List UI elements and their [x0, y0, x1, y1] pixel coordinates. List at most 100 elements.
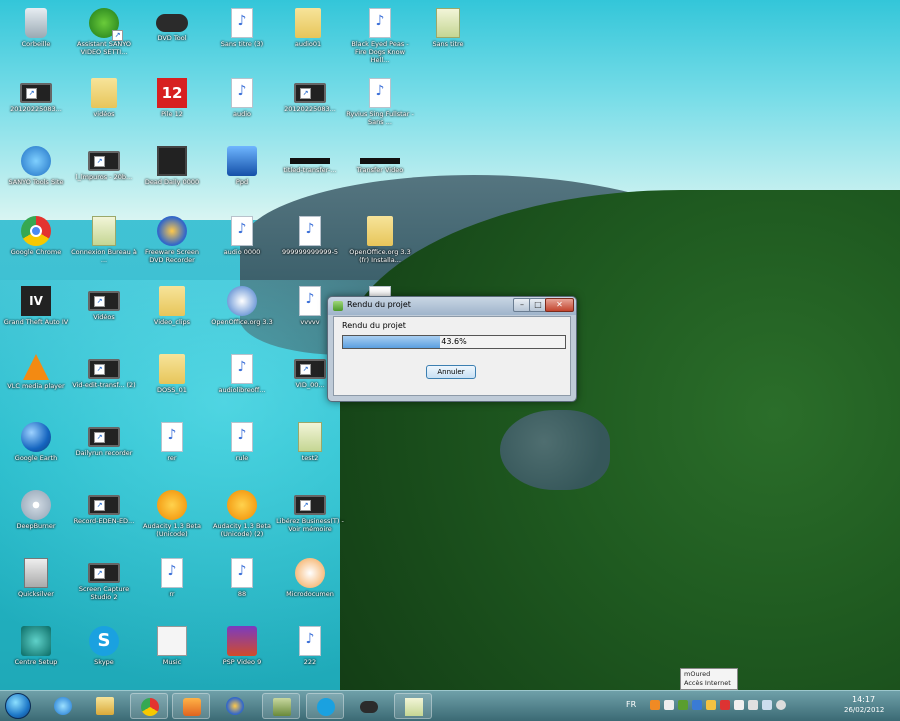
desktop-icon-sanyo-tools[interactable]: SANYO Tools Site [0, 144, 72, 206]
gamepad-icon [156, 14, 188, 32]
desktop-icon-sanyo-assistant[interactable]: Assistant SANYO VIDEO SETTI... [68, 6, 140, 68]
taskbar-screen-recorder[interactable] [216, 693, 254, 719]
taskbar-notes[interactable] [394, 693, 432, 719]
desktop-icon-audio-0000[interactable]: ♪ audio 0000 [206, 214, 278, 276]
screen-recorder-icon [226, 697, 244, 715]
desktop-icon-ryvius[interactable]: ♪ Ryvius Sing Fullstar - Sans ... [344, 76, 416, 138]
desktop-icon-video-20120225-b[interactable]: 20120225083... [274, 76, 346, 138]
tray-app-icon[interactable] [720, 700, 730, 710]
desktop-icon-rule[interactable]: ♪ rule [206, 420, 278, 482]
render-progress-dialog[interactable]: Rendu du projet – □ ✕ Rendu du projet 43… [327, 296, 577, 402]
desktop-icon-vlc[interactable]: VLC media player [0, 352, 72, 414]
folder-icon [91, 78, 117, 108]
dialog-title: Rendu du projet [347, 300, 411, 309]
desktop-icon-pile-12[interactable]: 12 Pile 12 [136, 76, 208, 138]
taskbar-file-explorer[interactable] [86, 693, 124, 719]
desktop-icon-videos[interactable]: Vidéos [68, 284, 140, 346]
tray-app-icon[interactable] [678, 700, 688, 710]
desktop-icon-dailyrun[interactable]: Dailyrun recorder [68, 420, 140, 482]
desktop-icon-gta-iv[interactable]: IV Grand Theft Auto IV [0, 284, 72, 346]
network-icon[interactable] [762, 700, 772, 710]
desktop-icon-ppd[interactable]: Ppd [206, 144, 278, 206]
desktop-icon-music[interactable]: Music [136, 624, 208, 686]
language-indicator[interactable]: FR [626, 700, 636, 709]
desktop-icon-transfer-video[interactable]: Transfer Video [344, 144, 416, 206]
dialog-title-bar[interactable]: Rendu du projet – □ ✕ [328, 297, 576, 315]
video-file-icon [88, 291, 120, 311]
desktop-icon-999999[interactable]: ♪ 999999999999-5 [274, 214, 346, 276]
desktop-icon-vid-edit[interactable]: Vid-edit-transf... (2) [68, 352, 140, 414]
taskbar-gamepad[interactable] [350, 693, 388, 719]
tray-app-icon[interactable] [706, 700, 716, 710]
desktop-icon-psp-video[interactable]: PSP Video 9 [206, 624, 278, 686]
desktop-icon-audio01[interactable]: audio01 [272, 6, 344, 68]
desktop-icon-rr[interactable]: ♪ rr [136, 556, 208, 618]
desktop-icon-sans-titre-3[interactable]: ♪ Sans titre (3) [206, 6, 278, 68]
desktop-icon-google-chrome[interactable]: Google Chrome [0, 214, 72, 276]
desktop-icon-recycle-bin[interactable]: Corbeille [0, 6, 72, 68]
taskbar-skype[interactable] [306, 693, 344, 719]
desktop-icon-impuros[interactable]: l_lmpuros - 20b... [68, 144, 140, 206]
desktop-icon-microdocumen[interactable]: Microdocumen [274, 556, 346, 618]
desktop-icon-doss[interactable]: DOSS_01 [136, 352, 208, 414]
desktop-icon-video-20120225[interactable]: 20120225083... [0, 76, 72, 138]
taskbar-tools[interactable] [262, 693, 300, 719]
desktop-icon-test2[interactable]: test2 [274, 420, 346, 482]
desktop-icon-black-eyed-peas[interactable]: ♪ Black Eyed Peas - Fire Dogs Know Hell..… [344, 6, 416, 68]
tray-app-icon[interactable] [692, 700, 702, 710]
desktop-icon-openoffice[interactable]: OpenOffice.org 3.3 [206, 284, 278, 346]
desktop-icon-audacity[interactable]: Audacity 1.3 Beta (Unicode) [136, 488, 208, 550]
clock-time[interactable]: 14:17 [852, 695, 875, 704]
desktop-icon-google-earth[interactable]: Google Earth [0, 420, 72, 482]
battery-icon[interactable] [748, 700, 758, 710]
sanyo-tools-icon [21, 146, 51, 176]
skype-icon: S [89, 626, 119, 656]
desktop-icon-rer[interactable]: ♪ rer [136, 420, 208, 482]
dialog-body: Rendu du projet 43.6% Annuler [333, 316, 571, 396]
skype-icon [317, 698, 335, 716]
desktop-icon-deepburner[interactable]: DeepBurner [0, 488, 72, 550]
close-button[interactable]: ✕ [545, 298, 574, 312]
desktop-icon-titled-transfer[interactable]: titled-transfer-... [274, 144, 346, 206]
mp3-file-icon: ♪ [369, 78, 391, 108]
tray-app-icon[interactable] [650, 700, 660, 710]
desktop-icon-screen-dvd-recorder[interactable]: Freeware Screen DVD Recorder [136, 214, 208, 276]
desktop-icon-videos-folder[interactable]: vidéos [68, 76, 140, 138]
desktop-icon-dead-daily[interactable]: Dead Daily 0000 [136, 144, 208, 206]
audio-file-icon: ♪ [231, 422, 253, 452]
desktop-icon-liberez-business[interactable]: Libérez Business(T) - Voir mémoire [274, 488, 346, 550]
black-video-icon [157, 146, 187, 176]
desktop-icon-remote-desktop[interactable]: Connexion Bureau à ... [68, 214, 140, 276]
desktop-icon-centre-setup[interactable]: Centre Setup [0, 624, 72, 686]
desktop-icon-audacity-2[interactable]: Audacity 1.3 Beta (Unicode) (2) [206, 488, 278, 550]
notes-icon [405, 698, 423, 716]
desktop-icon-sans-titre[interactable]: Sans titre [412, 6, 484, 68]
volume-icon[interactable] [776, 700, 786, 710]
desktop-icon-dvd-tool[interactable]: DVD Tool [136, 6, 208, 68]
audio-file-icon: ♪ [231, 78, 253, 108]
audacity-icon [227, 490, 257, 520]
desktop-icon-screen-capture-studio[interactable]: Screen Capture Studio 2 [68, 556, 140, 618]
desktop-icon-222[interactable]: ♪ 222 [274, 624, 346, 686]
vlc-icon [23, 354, 49, 380]
desktop-icon-record-eden[interactable]: Record-EDEN-ED... [68, 488, 140, 550]
screen-recorder-icon [157, 216, 187, 246]
taskbar-media-player[interactable] [172, 693, 210, 719]
desktop-icon-skype[interactable]: S Skype [68, 624, 140, 686]
desktop-icon-audio[interactable]: ♪ audio [206, 76, 278, 138]
desktop-icon-audiolibreoffice[interactable]: ♪ audiolibreoff... [206, 352, 278, 414]
desktop-icon-88[interactable]: ♪ 88 [206, 556, 278, 618]
flag-icon[interactable] [734, 700, 744, 710]
green-setup-icon [89, 8, 123, 41]
clock-date[interactable]: 26/02/2012 [844, 706, 884, 714]
desktop-icon-video-clips[interactable]: Video_clips [136, 284, 208, 346]
taskbar-internet-explorer[interactable] [44, 693, 82, 719]
taskbar-chrome[interactable] [130, 693, 168, 719]
tray-app-icon[interactable] [664, 700, 674, 710]
desktop-icon-quicksilver[interactable]: Quicksilver [0, 556, 72, 618]
desktop-icon-openoffice-installer[interactable]: OpenOffice.org 3.3 (fr) Installa... [344, 214, 416, 276]
cancel-button[interactable]: Annuler [426, 365, 476, 379]
audio-file-icon: ♪ [299, 626, 321, 656]
start-button[interactable] [5, 693, 31, 719]
desktop[interactable]: Corbeille Assistant SANYO VIDEO SETTI...… [0, 0, 900, 690]
